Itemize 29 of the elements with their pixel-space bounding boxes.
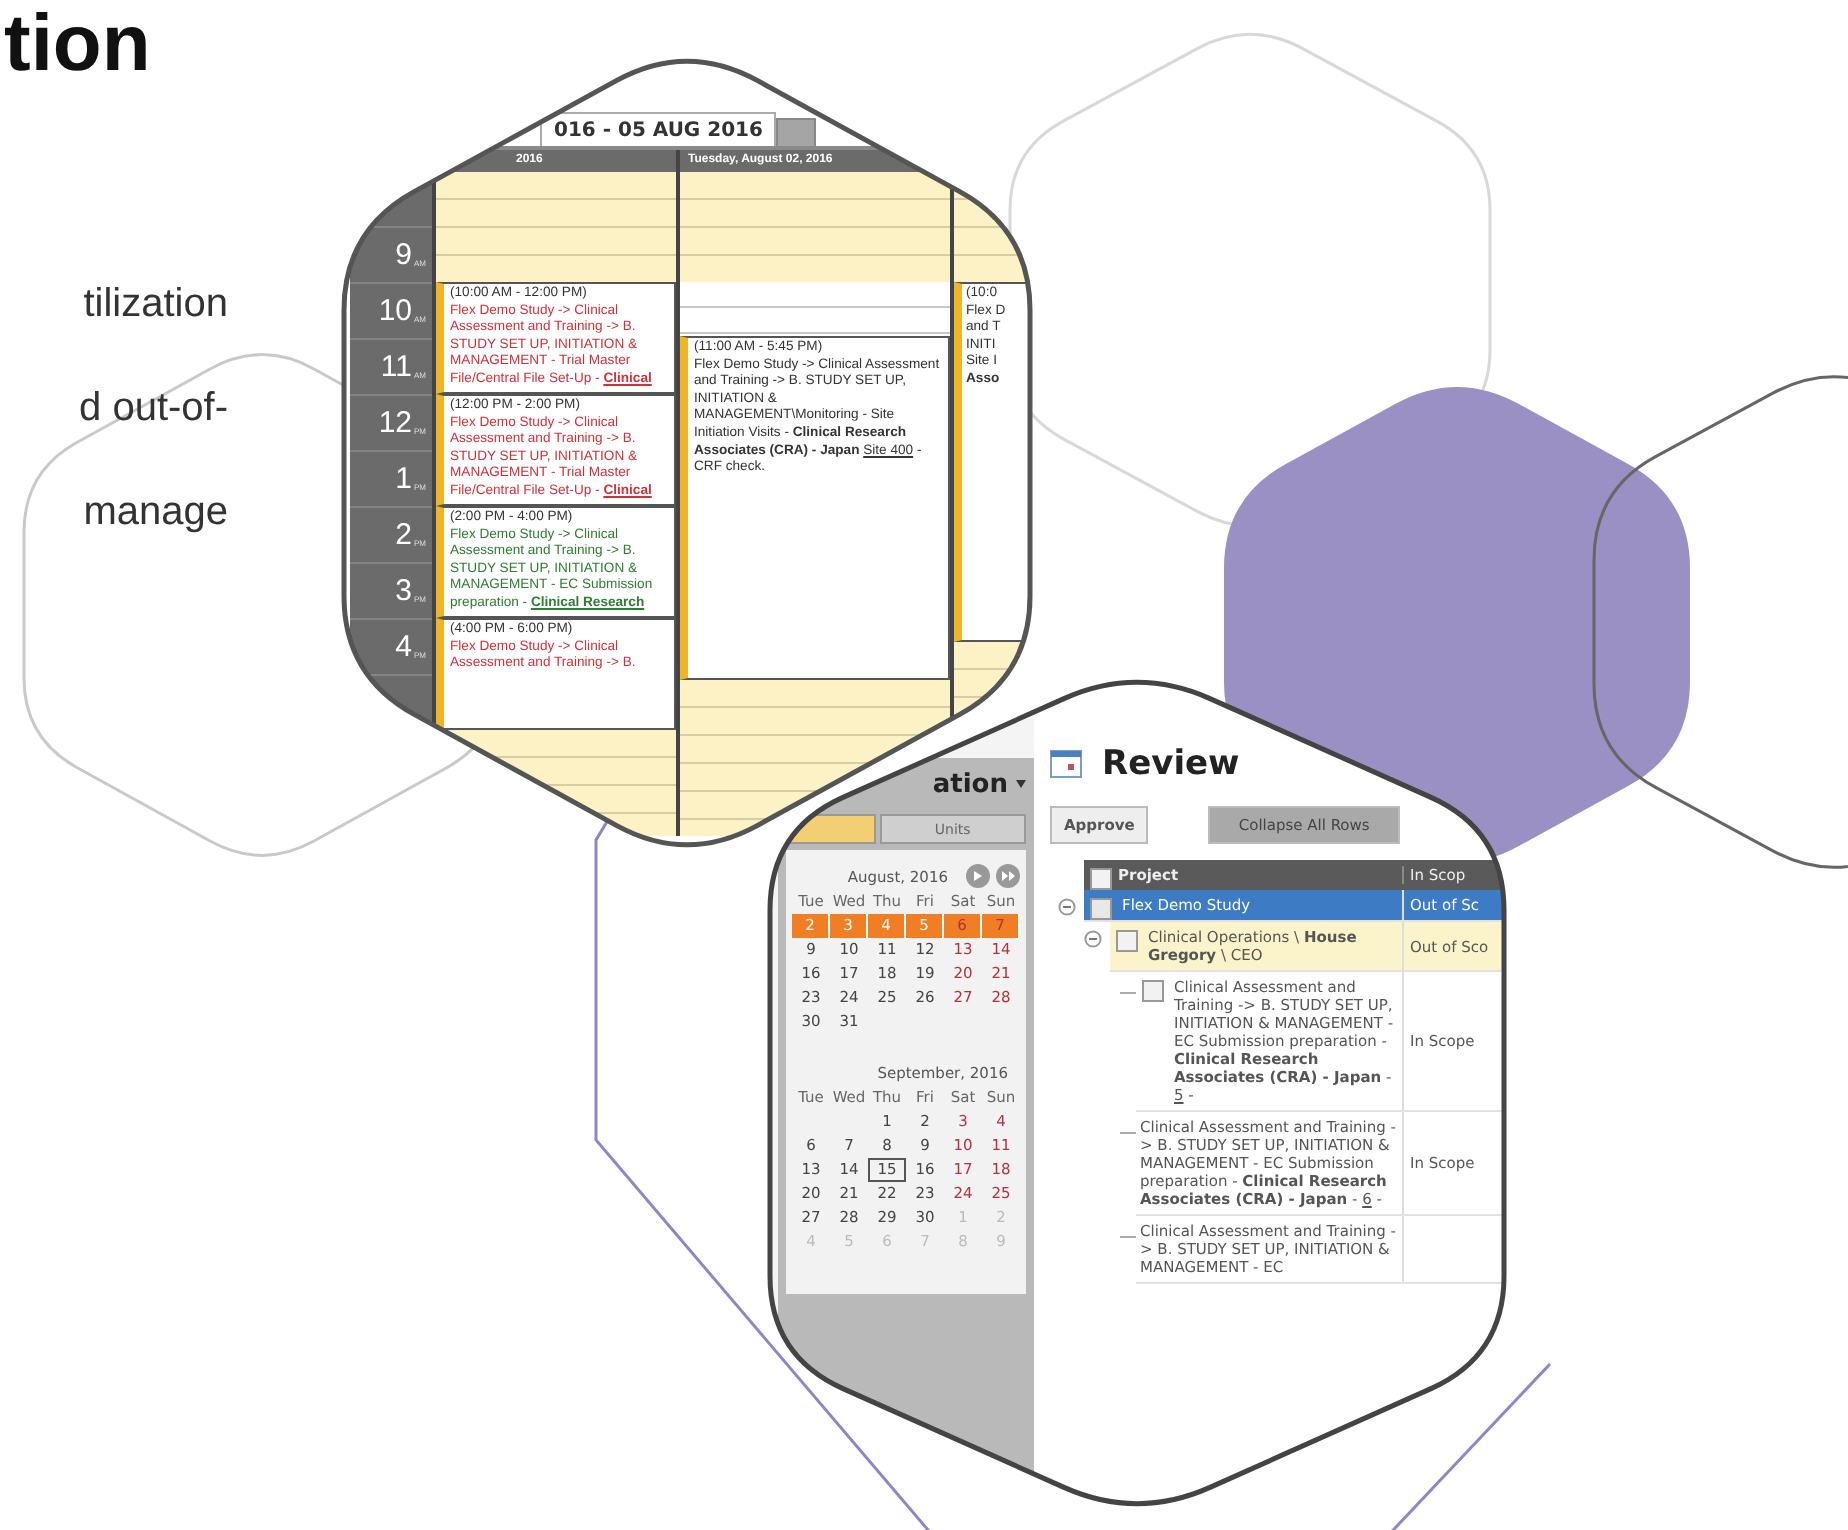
panel-title: ation bbox=[932, 769, 1008, 799]
hour-label: 10 bbox=[378, 296, 412, 326]
calendar-icon bbox=[1050, 750, 1082, 778]
date-range-title: 016 - 05 AUG 2016 bbox=[540, 112, 777, 146]
hour-label: 9 bbox=[395, 240, 412, 270]
calendar-event[interactable] bbox=[680, 336, 950, 680]
page-title: Review bbox=[1102, 744, 1240, 784]
hour-label: 3 bbox=[395, 576, 412, 606]
checkbox[interactable] bbox=[1142, 980, 1164, 1002]
hour-label: 12 bbox=[378, 408, 412, 438]
next-button[interactable] bbox=[966, 864, 990, 888]
fast-forward-button[interactable] bbox=[996, 864, 1020, 888]
checkbox[interactable] bbox=[1090, 898, 1112, 920]
next-icon bbox=[970, 868, 986, 884]
intro-text-line: d out-of- bbox=[79, 384, 228, 432]
intro-text-line: manage bbox=[83, 488, 228, 536]
fast-forward-icon bbox=[1000, 868, 1016, 884]
checkbox[interactable] bbox=[1116, 930, 1138, 952]
checkbox[interactable] bbox=[1090, 868, 1112, 890]
collapse-icon[interactable] bbox=[1084, 930, 1102, 948]
tab[interactable] bbox=[786, 814, 876, 844]
hour-label: 1 bbox=[395, 464, 412, 494]
hour-label: 11 bbox=[380, 352, 412, 382]
caret-icon[interactable] bbox=[1016, 780, 1026, 788]
hour-label: 2 bbox=[395, 520, 412, 550]
hour-label: 4 bbox=[395, 632, 412, 662]
page-heading: tion bbox=[2, 0, 153, 88]
intro-text-line: tilization bbox=[83, 280, 228, 328]
collapse-icon[interactable] bbox=[1058, 898, 1076, 916]
